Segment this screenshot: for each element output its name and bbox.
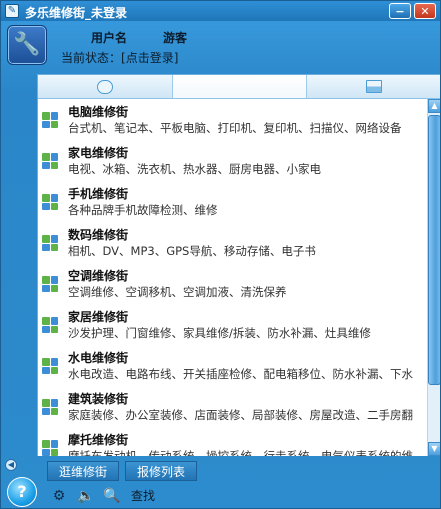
panel-tabs: [38, 75, 440, 113]
list-item-digital[interactable]: 数码维修街 相机、DV、MP3、GPS导航、移动存储、电子书: [38, 222, 428, 263]
scroll-down-button[interactable]: ▼: [428, 442, 440, 456]
category-grid-icon: [42, 399, 58, 415]
scroll-thumb[interactable]: [428, 115, 440, 385]
list-item-desc: 电视、冰箱、洗衣机、热水器、厨房电器、小家电: [68, 162, 321, 176]
list-item-desc: 空调维修、空调移机、空调加液、清洗保养: [68, 285, 287, 299]
list-item-plumbing[interactable]: 水电维修街 水电改造、电路布线、开关插座检修、配电箱移位、防水补漏、下水: [38, 345, 428, 386]
list-item-aircon[interactable]: 空调维修街 空调维修、空调移机、空调加液、清洗保养: [38, 263, 428, 304]
app-icon: ✎: [5, 4, 19, 18]
category-grid-icon: [42, 317, 58, 333]
browse-streets-tab[interactable]: 逛维修街: [47, 461, 120, 481]
app-window: ✎ 多乐维修街_未登录 − ✕ 🔧 用户名 游客 当前状态：[点击登录] 电脑维…: [0, 0, 441, 509]
list-item-computer[interactable]: 电脑维修街 台式机、笔记本、平板电脑、打印机、复印机、扫描仪、网络设备: [38, 99, 428, 140]
tab-list[interactable]: [38, 75, 308, 113]
list-item-desc: 摩托车发动机、传动系统、操控系统、行走系统、电气仪表系统的维: [68, 449, 413, 456]
category-grid-icon: [42, 235, 58, 251]
arrow-down-icon: ▼: [431, 444, 438, 453]
bottom-toolbar: ⚙ 🔈 🔍 查找: [51, 487, 155, 504]
list-item-desc: 沙发护理、门窗维修、家具维修/拆装、防水补漏、灶具维修: [68, 326, 371, 340]
list-item-desc: 台式机、笔记本、平板电脑、打印机、复印机、扫描仪、网络设备: [68, 121, 402, 135]
list-item-title: 水电维修街: [68, 351, 129, 365]
bottom-tabs: 逛维修街 报修列表: [47, 461, 198, 481]
collapse-toggle-button[interactable]: ◀: [5, 459, 17, 471]
tab-contact[interactable]: [307, 75, 440, 98]
arrow-up-icon: ▲: [431, 101, 438, 110]
category-grid-icon: [42, 276, 58, 292]
status-label: 当前状态：: [61, 51, 122, 65]
list-item-title: 手机维修街: [68, 187, 129, 201]
category-grid-icon: [42, 194, 58, 210]
wrench-avatar-icon[interactable]: 🔧: [7, 25, 47, 65]
search-icon[interactable]: 🔍: [103, 488, 120, 504]
list-item-home[interactable]: 家居维修街 沙发护理、门窗维修、家具维修/拆装、防水补漏、灶具维修: [38, 304, 428, 345]
category-grid-icon: [42, 153, 58, 169]
title-bar[interactable]: ✎ 多乐维修街_未登录 − ✕: [1, 1, 440, 21]
arrow-left-icon: ◀: [7, 460, 15, 469]
window-controls: − ✕: [389, 3, 436, 19]
category-grid-icon: [42, 358, 58, 374]
username-label: 用户名: [91, 31, 128, 45]
close-button[interactable]: ✕: [414, 3, 436, 19]
repair-list-tab[interactable]: 报修列表: [125, 461, 198, 481]
user-header: 🔧 用户名 游客 当前状态：[点击登录]: [1, 21, 440, 73]
list-item-desc: 各种品牌手机故障检测、维修: [68, 203, 218, 217]
scroll-up-button[interactable]: ▲: [428, 99, 440, 113]
list-item-title: 空调维修街: [68, 269, 129, 283]
chat-bubble-icon: [96, 79, 113, 94]
minimize-button[interactable]: −: [389, 3, 411, 19]
list-item-title: 摩托维修街: [68, 433, 129, 447]
list-item-desc: 水电改造、电路布线、开关插座检修、配电箱移位、防水补漏、下水: [68, 367, 413, 381]
main-menu-logo-icon[interactable]: ?: [7, 477, 37, 507]
list-item-desc: 相机、DV、MP3、GPS导航、移动存储、电子书: [68, 244, 316, 258]
login-link[interactable]: [点击登录]: [121, 51, 178, 65]
list-item-title: 家居维修街: [68, 310, 129, 324]
list-item-motorcycle[interactable]: 摩托维修街 摩托车发动机、传动系统、操控系统、行走系统、电气仪表系统的维: [38, 427, 428, 456]
list-item-renovation[interactable]: 建筑装修街 家庭装修、办公室装修、店面装修、局部装修、房屋改造、二手房翻: [38, 386, 428, 427]
speaker-icon[interactable]: 🔈: [77, 488, 94, 504]
contact-card-icon: [366, 80, 383, 93]
list-item-title: 电脑维修街: [68, 105, 129, 119]
list-item-desc: 家庭装修、办公室装修、店面装修、局部装修、房屋改造、二手房翻: [68, 408, 413, 422]
status-line: 当前状态：[点击登录]: [61, 49, 178, 66]
category-list: 电脑维修街 台式机、笔记本、平板电脑、打印机、复印机、扫描仪、网络设备 家电维修…: [38, 99, 428, 456]
list-item-title: 数码维修街: [68, 228, 129, 242]
list-item-appliance[interactable]: 家电维修街 电视、冰箱、洗衣机、热水器、厨房电器、小家电: [38, 140, 428, 181]
list-item-title: 家电维修街: [68, 146, 129, 160]
close-icon: ✕: [420, 4, 430, 18]
gear-icon[interactable]: ⚙: [51, 488, 67, 504]
minimize-icon: −: [395, 4, 405, 18]
list-item-title: 建筑装修街: [68, 392, 129, 406]
search-label[interactable]: 查找: [131, 487, 155, 504]
list-item-phone[interactable]: 手机维修街 各种品牌手机故障检测、维修: [38, 181, 428, 222]
category-grid-icon: [42, 112, 58, 128]
tab-chat[interactable]: [38, 75, 173, 98]
window-title: 多乐维修街_未登录: [25, 6, 128, 20]
main-panel: 电脑维修街 台式机、笔记本、平板电脑、打印机、复印机、扫描仪、网络设备 家电维修…: [37, 74, 440, 456]
username-value: 游客: [163, 31, 188, 45]
category-grid-icon: [42, 440, 58, 456]
list-scrollbar[interactable]: ▲ ▼: [427, 99, 440, 456]
